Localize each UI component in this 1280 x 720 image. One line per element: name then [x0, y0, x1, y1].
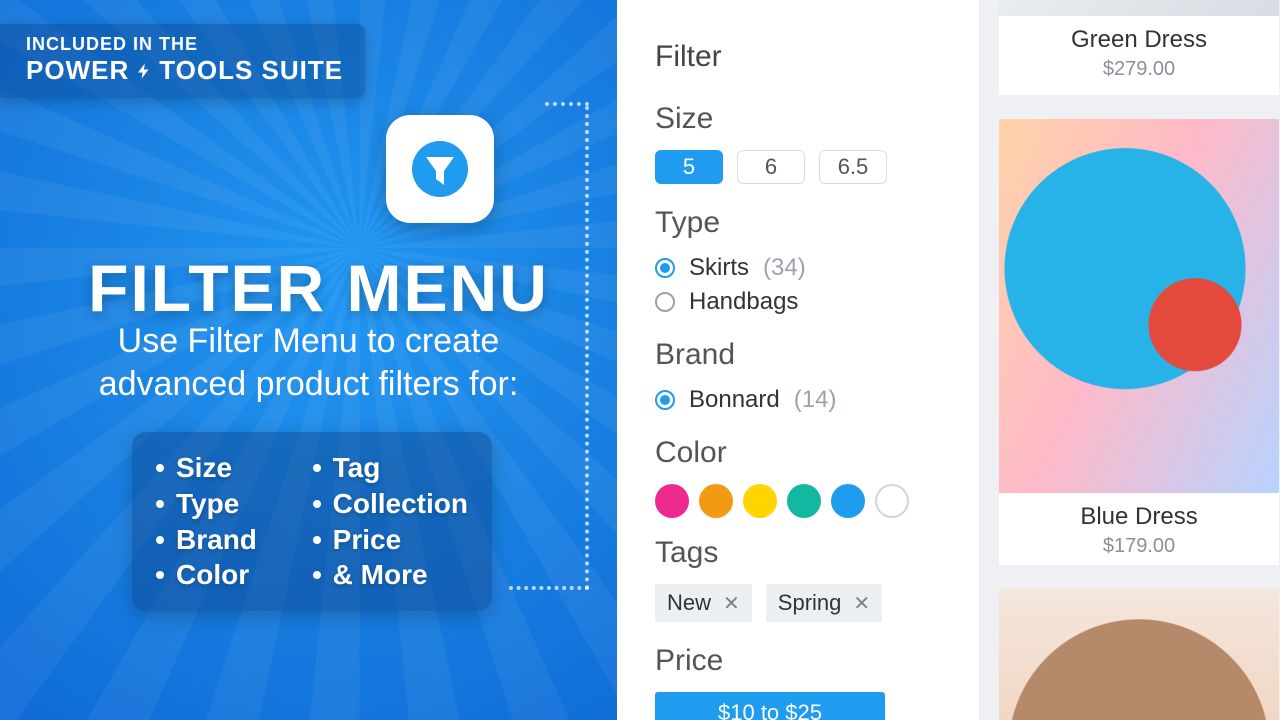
feature-item: Collection	[313, 486, 468, 522]
product-image	[999, 119, 1279, 493]
product-image	[999, 589, 1279, 720]
color-swatch-teal[interactable]	[787, 484, 821, 518]
feature-item: Color	[156, 557, 285, 593]
product-card[interactable]: Green Dress $279.00	[999, 0, 1279, 95]
product-card[interactable]: Blue Dress $179.00	[999, 119, 1279, 565]
brand-label: Brand	[655, 338, 947, 372]
feature-item: Brand	[156, 522, 285, 558]
tag-chip: New✕	[655, 584, 752, 622]
filter-heading: Filter	[655, 40, 947, 74]
promo-subtitle: Use Filter Menu to create advanced produ…	[0, 320, 617, 405]
color-swatch-pink[interactable]	[655, 484, 689, 518]
color-swatch-blue[interactable]	[831, 484, 865, 518]
product-card[interactable]	[999, 589, 1279, 720]
size-label: Size	[655, 102, 947, 136]
price-range-button[interactable]: $10 to $25	[655, 692, 885, 720]
size-option[interactable]: 6	[737, 150, 805, 184]
product-price: $179.00	[999, 535, 1279, 558]
product-title: Blue Dress	[999, 503, 1279, 531]
type-option[interactable]: Skirts(34)	[655, 254, 947, 282]
suite-badge: INCLUDED IN THE POWER TOOLS SUITE	[0, 24, 365, 98]
tags-label: Tags	[655, 536, 947, 570]
filter-sidebar: Filter Size 56 6.5 Type Skirts(34) Handbag…	[617, 0, 979, 720]
color-swatch-orange[interactable]	[699, 484, 733, 518]
feature-item: & More	[313, 557, 468, 593]
size-option[interactable]: 6.5	[819, 150, 887, 184]
product-price: $279.00	[999, 58, 1279, 81]
feature-item: Tag	[313, 450, 468, 486]
badge-line2: POWER TOOLS SUITE	[26, 55, 343, 86]
bolt-icon	[133, 60, 155, 82]
brand-option[interactable]: Bonnard(14)	[655, 386, 947, 414]
feature-item: Price	[313, 522, 468, 558]
remove-tag-icon[interactable]: ✕	[723, 591, 740, 616]
radio-icon	[655, 292, 675, 312]
feature-item: Size	[156, 450, 285, 486]
product-title: Green Dress	[999, 26, 1279, 54]
filter-app: Filter Size 56 6.5 Type Skirts(34) Handbag…	[617, 0, 1280, 720]
promo-title: FILTER MENU	[0, 250, 617, 326]
price-label: Price	[655, 644, 947, 678]
dotted-connector	[585, 106, 589, 590]
promo-panel: INCLUDED IN THE POWER TOOLS SUITE FILTER…	[0, 0, 617, 720]
filter-app-icon	[386, 115, 494, 223]
product-list[interactable]: Green Dress $279.00 Blue Dress $179.00	[979, 0, 1280, 720]
radio-icon	[655, 258, 675, 278]
size-option[interactable]: 5	[655, 150, 723, 184]
type-label: Type	[655, 206, 947, 240]
color-swatch-white[interactable]	[875, 484, 909, 518]
tag-chip: Spring✕	[766, 584, 882, 622]
radio-icon	[655, 390, 675, 410]
color-label: Color	[655, 436, 947, 470]
remove-tag-icon[interactable]: ✕	[853, 591, 870, 616]
product-image	[999, 0, 1279, 16]
feature-list: SizeTypeBrandColor TagCollectionPrice& M…	[132, 432, 492, 611]
badge-line1: INCLUDED IN THE	[26, 34, 343, 55]
feature-item: Type	[156, 486, 285, 522]
color-swatch-yellow[interactable]	[743, 484, 777, 518]
type-option[interactable]: Handbags	[655, 288, 947, 316]
